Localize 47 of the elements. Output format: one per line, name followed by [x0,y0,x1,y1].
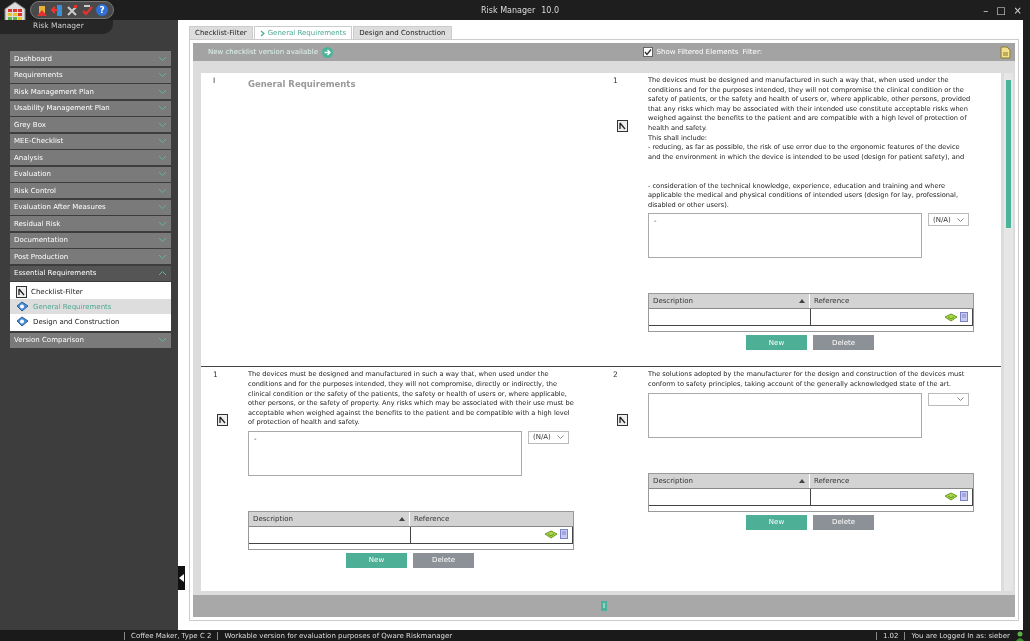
section-heading: General Requirements [248,78,356,91]
checkbox[interactable] [642,47,653,57]
scrollbar[interactable] [1004,73,1013,591]
window-title: Risk Manager [481,5,536,15]
version-label: 10.0 [541,5,559,15]
chevron-down-icon [158,204,167,210]
chevron-down-icon [158,105,167,111]
chevron-down-icon [158,55,167,62]
caret-icon [957,397,964,401]
document-icon [960,311,969,323]
arrow-right-icon [321,46,333,58]
rating-dropdown[interactable] [928,392,969,406]
maximize-button[interactable]: □ [996,4,1006,16]
user-icon [1016,630,1024,641]
chevron-down-icon [158,220,167,227]
checklist-icon [617,120,628,132]
spellcheck-icon[interactable] [81,3,93,17]
document-icon [960,491,969,502]
chevron-down-icon [158,121,167,128]
chevron-down-icon [158,187,167,194]
collapse-handle[interactable] [178,566,185,590]
close-button[interactable]: × [1013,4,1022,16]
checklist-icon [617,414,628,427]
caret-icon [557,435,564,440]
document-icon [560,529,569,541]
checklist-icon [217,414,228,427]
caret-icon [957,217,964,222]
exit-icon[interactable] [51,3,63,17]
note-icon[interactable] [1000,45,1011,59]
tag-icon [16,301,29,312]
chevron-down-icon [158,72,167,78]
chevron-down-icon [158,138,167,144]
chevron-down-icon [158,337,167,343]
minimize-button[interactable]: – [983,4,989,16]
chevron-down-icon [158,171,167,177]
help-button[interactable]: ? [96,4,108,16]
checklist-icon [16,285,27,298]
scrollbar-thumb[interactable] [1006,80,1011,228]
tools-icon[interactable] [66,3,78,17]
chevron-down-icon [158,237,167,243]
chevron-down-icon [158,88,167,95]
chevron-right-icon [259,29,265,37]
tag-icon [16,316,29,327]
chevron-up-icon [158,270,167,276]
chevron-down-icon [158,154,167,161]
comment-field[interactable] [648,392,922,438]
chevron-down-icon [158,253,167,260]
